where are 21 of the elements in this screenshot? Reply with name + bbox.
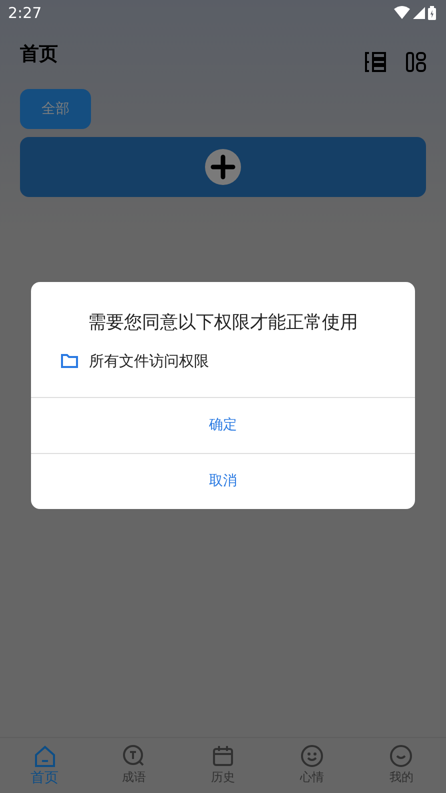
- permission-label: 所有文件访问权限: [89, 352, 209, 370]
- home-icon: [32, 744, 57, 768]
- search-icon: [122, 744, 146, 768]
- confirm-button[interactable]: 确定: [31, 396, 415, 452]
- folder-icon: [61, 354, 78, 368]
- add-icon: [205, 149, 241, 185]
- list-view-icon[interactable]: [364, 52, 386, 72]
- grid-view-icon[interactable]: [406, 52, 426, 72]
- nav-tab[interactable]: 首页: [0, 738, 90, 793]
- signal-icon: [413, 6, 425, 18]
- wifi-icon: [394, 6, 410, 19]
- dialog-title: 需要您同意以下权限才能正常使用: [87, 310, 359, 334]
- calendar-icon: [211, 744, 235, 768]
- filter-chip[interactable]: 全部: [20, 89, 91, 129]
- cancel-button[interactable]: 取消: [31, 452, 415, 508]
- status-time: 2:27: [8, 4, 42, 22]
- battery-icon: [428, 6, 436, 20]
- page-title: 首页: [20, 42, 58, 67]
- add-card-button[interactable]: [20, 137, 426, 197]
- smiley-icon: [300, 744, 324, 768]
- smiley-icon: [389, 744, 414, 768]
